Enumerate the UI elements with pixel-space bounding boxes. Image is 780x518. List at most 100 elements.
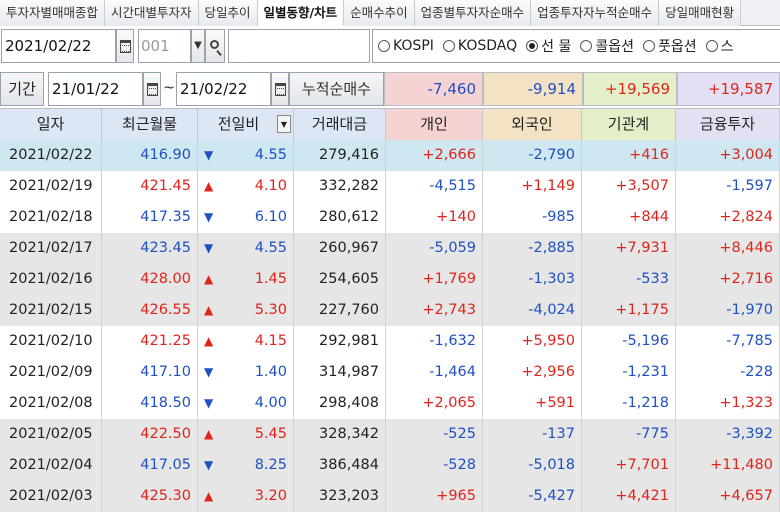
date-cell: 2021/02/09 [0, 357, 102, 388]
column-header-1[interactable]: 최근월물 [102, 109, 198, 140]
financial-cell: -7,785 [676, 326, 780, 357]
end-date-field[interactable]: 21/02/22 [176, 72, 271, 106]
table-row[interactable]: 2021/02/05 422.50 ▲ 5.45 328,342 -525 -137 -775… [0, 419, 780, 450]
market-radio-0[interactable]: KOSPI [378, 38, 434, 54]
foreign-cell: -985 [483, 202, 582, 233]
price-cell: 417.35 [102, 202, 198, 233]
table-body: 2021/02/22 416.90 ▼ 4.55 279,416 +2,666 -2,790… [0, 140, 780, 512]
table-row[interactable]: 2021/02/08 418.50 ▼ 4.00 298,408 +2,065 +591 -1… [0, 388, 780, 419]
date-cell: 2021/02/04 [0, 450, 102, 481]
institution-cell: +1,175 [582, 295, 676, 326]
institution-cell: +416 [582, 140, 676, 171]
table-header: 일자 최근월물 전일비 ▼ 거래대금 개인 외국인 기관계 금융투자 [0, 108, 780, 140]
table-row[interactable]: 2021/02/03 425.30 ▲ 3.20 323,203 +965 -5,427 +4… [0, 481, 780, 512]
market-radio-1[interactable]: KOSDAQ [442, 38, 517, 54]
calendar-button[interactable] [116, 29, 134, 63]
financial-cell: +2,716 [676, 264, 780, 295]
price-cell: 417.10 [102, 357, 198, 388]
change-cell: ▲ 5.30 [198, 295, 294, 326]
tab-3[interactable]: 일별동향/차트 [257, 0, 345, 26]
change-value: 4.15 [254, 333, 287, 349]
calendar-icon [146, 82, 158, 96]
table-row[interactable]: 2021/02/17 423.45 ▼ 4.55 260,967 -5,059 -2,885… [0, 233, 780, 264]
change-cell: ▲ 4.15 [198, 326, 294, 357]
code-input[interactable]: 001 [138, 29, 191, 63]
table-row[interactable]: 2021/02/22 416.90 ▼ 4.55 279,416 +2,666 -2,790… [0, 140, 780, 171]
column-header-6[interactable]: 기관계 [582, 109, 676, 140]
sort-dropdown-icon[interactable]: ▼ [277, 115, 291, 133]
change-cell: ▼ 6.10 [198, 202, 294, 233]
table-row[interactable]: 2021/02/19 421.45 ▲ 4.10 332,282 -4,515 +1,149… [0, 171, 780, 202]
foreign-cell: -4,024 [483, 295, 582, 326]
institution-cell: -1,218 [582, 388, 676, 419]
market-radio-2[interactable]: 선 물 [526, 36, 571, 56]
individual-cell: +2,743 [386, 295, 483, 326]
tab-4[interactable]: 순매수추이 [344, 0, 415, 26]
change-value: 5.45 [254, 426, 287, 442]
volume-cell: 323,203 [294, 481, 386, 512]
foreign-cell: +2,956 [483, 357, 582, 388]
individual-cell: +2,065 [386, 388, 483, 419]
change-value: 8.25 [254, 457, 287, 473]
search-button[interactable] [205, 29, 225, 63]
market-radio-group: KOSPI KOSDAQ 선 물 콜옵션 풋옵션 스 [372, 29, 780, 63]
change-cell: ▼ 4.55 [198, 233, 294, 264]
price-cell: 426.55 [102, 295, 198, 326]
foreign-cell: -5,018 [483, 450, 582, 481]
institution-cell: +7,931 [582, 233, 676, 264]
column-header-0[interactable]: 일자 [0, 109, 102, 140]
price-cell: 421.45 [102, 171, 198, 202]
tab-0[interactable]: 투자자별매매종합 [0, 0, 106, 26]
institution-cell: -5,196 [582, 326, 676, 357]
volume-cell: 260,967 [294, 233, 386, 264]
code-dropdown-button[interactable]: ▼ [191, 29, 205, 63]
tab-7[interactable]: 당일매매현황 [659, 0, 742, 26]
financial-cell: +4,657 [676, 481, 780, 512]
market-radio-label: KOSPI [393, 38, 434, 54]
start-date-field[interactable]: 21/01/22 [48, 72, 143, 106]
tab-2[interactable]: 당일추이 [198, 0, 258, 26]
price-cell: 423.45 [102, 233, 198, 264]
name-field[interactable] [228, 29, 370, 63]
foreign-cell: -1,303 [483, 264, 582, 295]
table-row[interactable]: 2021/02/09 417.10 ▼ 1.40 314,987 -1,464 +2,956… [0, 357, 780, 388]
financial-cell: +11,480 [676, 450, 780, 481]
table-row[interactable]: 2021/02/18 417.35 ▼ 6.10 280,612 +140 -985 +844… [0, 202, 780, 233]
table-row[interactable]: 2021/02/10 421.25 ▲ 4.15 292,981 -1,632 +5,950… [0, 326, 780, 357]
cumulative-value-1: -9,914 [483, 72, 583, 106]
change-value: 1.45 [254, 271, 287, 287]
table-row[interactable]: 2021/02/15 426.55 ▲ 5.30 227,760 +2,743 -4,024… [0, 295, 780, 326]
individual-cell: +140 [386, 202, 483, 233]
column-header-4[interactable]: 개인 [386, 109, 483, 140]
column-header-2[interactable]: 전일비 ▼ [198, 109, 294, 140]
radio-circle-icon [526, 40, 539, 52]
column-header-5[interactable]: 외국인 [483, 109, 582, 140]
triangle-down-icon: ▼ [204, 148, 214, 162]
volume-cell: 314,987 [294, 357, 386, 388]
change-value: 1.40 [254, 364, 287, 380]
change-value: 4.55 [254, 240, 287, 256]
tab-6[interactable]: 업종투자자누적순매수 [531, 0, 660, 26]
individual-cell: -528 [386, 450, 483, 481]
table-row[interactable]: 2021/02/16 428.00 ▲ 1.45 254,605 +1,769 -1,303… [0, 264, 780, 295]
financial-cell: -1,597 [676, 171, 780, 202]
market-radio-5[interactable]: 스 [705, 36, 734, 56]
calendar-icon [119, 39, 131, 53]
financial-cell: +3,004 [676, 140, 780, 171]
market-radio-3[interactable]: 콜옵션 [580, 36, 634, 56]
market-radio-4[interactable]: 풋옵션 [642, 36, 697, 56]
individual-cell: -5,059 [386, 233, 483, 264]
tab-5[interactable]: 업종별투자자순매수 [414, 0, 532, 26]
column-header-3[interactable]: 거래대금 [294, 109, 386, 140]
financial-cell: -228 [676, 357, 780, 388]
date-cell: 2021/02/16 [0, 264, 102, 295]
table-row[interactable]: 2021/02/04 417.05 ▼ 8.25 386,484 -528 -5,018 +7… [0, 450, 780, 481]
date-field[interactable]: 2021/02/22 [1, 29, 116, 63]
volume-cell: 328,342 [294, 419, 386, 450]
start-calendar-button[interactable] [143, 72, 161, 106]
tab-1[interactable]: 시간대별투자자 [105, 0, 199, 26]
triangle-down-icon: ▼ [204, 241, 214, 255]
column-header-7[interactable]: 금융투자 [676, 109, 780, 140]
change-value: 4.55 [254, 147, 287, 163]
end-calendar-button[interactable] [271, 72, 289, 106]
